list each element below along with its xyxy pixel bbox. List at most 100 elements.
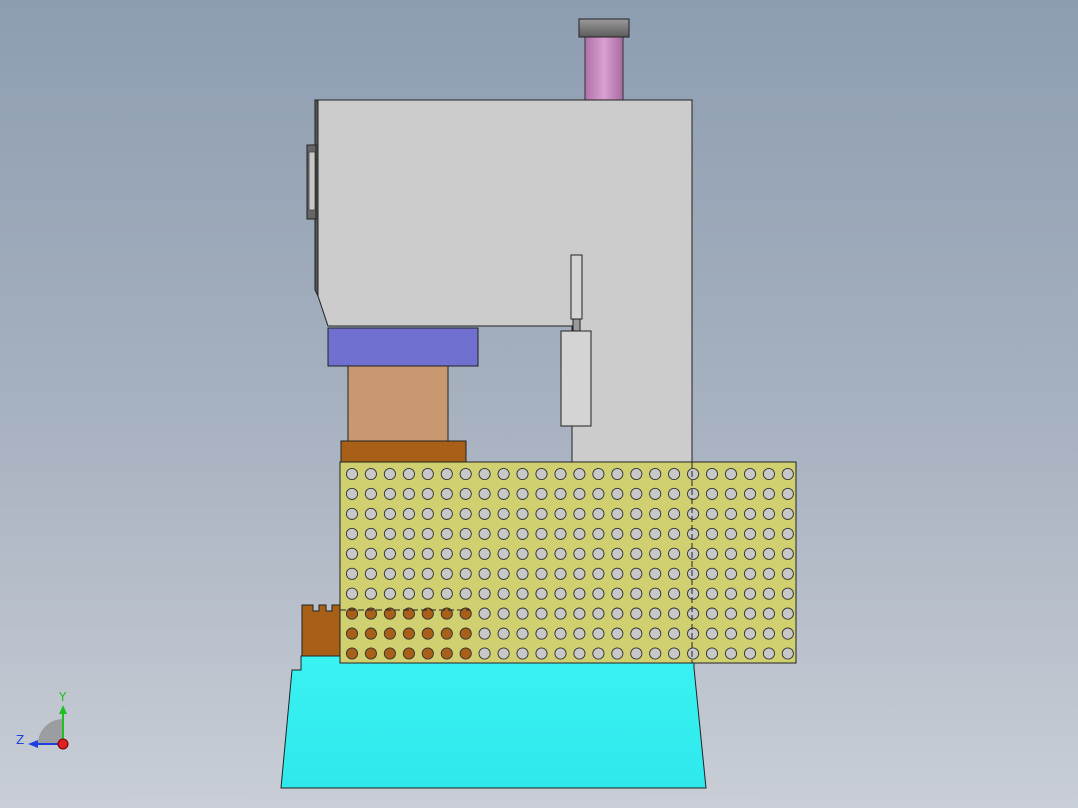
guard-hole [421, 527, 434, 540]
guard-hole [687, 647, 700, 660]
guard-hole [630, 587, 643, 600]
upper-die[interactable] [340, 440, 467, 464]
guard-hole [743, 547, 757, 560]
guard-hole [459, 527, 472, 540]
guard-hole [592, 607, 605, 620]
guard-hole [611, 607, 624, 620]
guard-hole [516, 527, 529, 540]
guard-hole [535, 467, 548, 481]
cad-viewport[interactable]: Y Z [0, 0, 1078, 808]
guard-hole [478, 507, 491, 520]
guard-hole [554, 467, 567, 481]
guard-hole [516, 587, 529, 600]
guard-hole [705, 467, 719, 481]
guard-hole [592, 547, 605, 560]
cylinder-cap[interactable] [578, 18, 630, 38]
punch-holder[interactable] [347, 365, 449, 443]
guard-hole [573, 547, 586, 560]
safety-guard[interactable] [339, 461, 797, 664]
guard-hole [649, 647, 662, 660]
guard-hole [440, 487, 453, 500]
guard-hole [402, 627, 415, 640]
guard-hole [535, 527, 548, 540]
guard-hole [668, 547, 681, 560]
guard-hole [724, 647, 738, 660]
press-model-drawing[interactable]: Y Z [0, 0, 1078, 808]
guard-hole [705, 587, 719, 600]
guard-hole [402, 587, 415, 600]
guard-hole [762, 647, 775, 660]
press-base[interactable] [280, 655, 707, 789]
guide-rod-top[interactable] [570, 254, 583, 320]
guard-hole [383, 487, 396, 500]
guard-hole [364, 567, 377, 580]
guard-hole [535, 647, 548, 660]
guard-hole [440, 467, 453, 481]
guard-hole [554, 547, 567, 560]
guard-hole [743, 487, 757, 500]
z-axis-label: Z [16, 733, 24, 747]
guard-hole [478, 587, 491, 600]
guard-hole [383, 527, 396, 540]
ram-plate[interactable] [327, 327, 479, 367]
guard-hole [535, 507, 548, 520]
guard-hole [592, 627, 605, 640]
guard-hole [345, 647, 359, 660]
guard-hole [421, 587, 434, 600]
guard-hole [705, 547, 719, 560]
guard-hole [516, 487, 529, 500]
guard-hole [687, 507, 700, 520]
guard-hole [781, 487, 794, 500]
guard-hole [668, 587, 681, 600]
guard-hole [573, 647, 586, 660]
guard-hole [573, 487, 586, 500]
guard-hole [478, 527, 491, 540]
guard-hole [497, 567, 510, 580]
guard-hole [649, 627, 662, 640]
guard-hole [611, 487, 624, 500]
guard-hole [573, 567, 586, 580]
guide-block[interactable] [560, 330, 592, 427]
guard-hole [762, 627, 775, 640]
side-bracket-inner [308, 151, 316, 211]
cylinder-body[interactable] [584, 35, 624, 101]
guard-hole [649, 527, 662, 540]
guard-hole [630, 627, 643, 640]
guard-hole [440, 587, 453, 600]
guard-hole [364, 467, 377, 481]
guard-hole [364, 507, 377, 520]
guard-hole [781, 627, 794, 640]
guard-hole [497, 587, 510, 600]
guard-hole [762, 487, 775, 500]
guard-hole [743, 467, 757, 481]
guard-hole [781, 467, 794, 481]
guard-hole [687, 547, 700, 560]
guard-hole [743, 567, 757, 580]
guard-hole [535, 627, 548, 640]
guard-hole [611, 647, 624, 660]
guard-hole [592, 487, 605, 500]
guard-hole [724, 507, 738, 520]
guard-hole [668, 627, 681, 640]
view-orientation-triad[interactable]: Y Z [16, 690, 69, 750]
guard-hole [554, 507, 567, 520]
guard-hole [345, 507, 359, 520]
guard-hole [440, 527, 453, 540]
guard-hole [705, 607, 719, 620]
guard-hole [668, 507, 681, 520]
guard-hole [630, 487, 643, 500]
guard-hole [592, 587, 605, 600]
guard-hole [762, 547, 775, 560]
guard-hole [478, 567, 491, 580]
guard-hole [345, 467, 359, 481]
guard-hole [421, 507, 434, 520]
guard-hole [687, 627, 700, 640]
guard-hole [781, 507, 794, 520]
guard-hole [440, 647, 453, 660]
guard-hole [724, 487, 738, 500]
guard-hole [364, 487, 377, 500]
guard-hole [762, 567, 775, 580]
guard-hole [554, 627, 567, 640]
guard-hole [611, 587, 624, 600]
guard-hole [478, 547, 491, 560]
